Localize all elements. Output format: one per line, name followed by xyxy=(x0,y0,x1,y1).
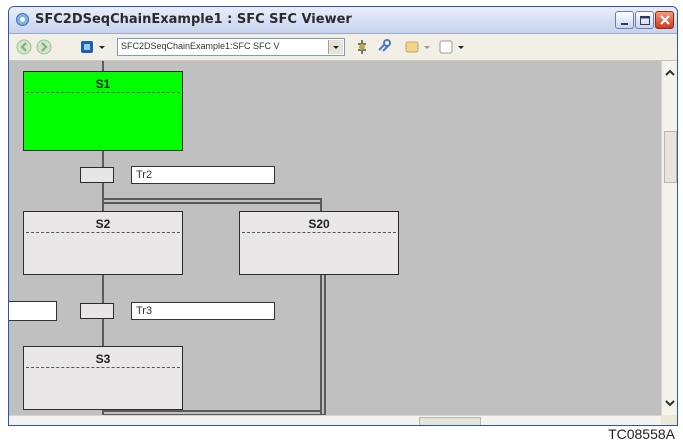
maximize-icon xyxy=(640,16,650,25)
page-icon[interactable] xyxy=(437,38,455,56)
view-icon[interactable] xyxy=(79,38,95,56)
step-s1[interactable]: S1 xyxy=(23,71,183,151)
figure-caption: TC08558A xyxy=(608,426,675,442)
step-s3[interactable]: S3 xyxy=(23,346,183,410)
transition-tr2[interactable] xyxy=(80,167,114,183)
partial-transition-field[interactable] xyxy=(9,301,57,321)
sfc-diagram-canvas[interactable]: S1 Tr2 S2 S20 Tr3 S3 xyxy=(9,61,661,415)
connector-line xyxy=(320,198,322,211)
window-title: SFC2DSeqChainExample1 : SFC SFC Viewer xyxy=(35,12,352,27)
minimize-button[interactable] xyxy=(615,11,634,29)
step-separator xyxy=(26,367,180,368)
step-label: S1 xyxy=(95,77,111,91)
transition-name-field[interactable]: Tr2 xyxy=(131,166,275,184)
convergence-line xyxy=(102,410,322,412)
close-icon xyxy=(660,15,670,25)
transition-label: Tr3 xyxy=(136,305,153,317)
forward-arrow-icon[interactable] xyxy=(35,38,53,56)
toolbar: SFC2DSeqChainExample1:SFC SFC V xyxy=(9,34,677,61)
transition-tr3[interactable] xyxy=(80,303,114,319)
close-button[interactable] xyxy=(655,11,674,29)
vertical-scroll-thumb[interactable] xyxy=(664,131,677,183)
path-combo-value: SFC2DSeqChainExample1:SFC SFC V xyxy=(121,41,280,51)
maximize-button[interactable] xyxy=(635,11,654,29)
sfc-viewer-window: SFC2DSeqChainExample1 : SFC SFC Viewer S… xyxy=(8,6,678,426)
step-separator xyxy=(26,92,180,93)
scroll-up-arrow-icon[interactable] xyxy=(664,67,676,79)
sfc-viewer-app-icon xyxy=(16,13,29,26)
view-dropdown-chevron-icon[interactable] xyxy=(97,38,107,56)
connector-line xyxy=(320,274,322,415)
find-step-icon[interactable] xyxy=(353,38,371,56)
divergence-line xyxy=(102,198,322,200)
page-dropdown-chevron-icon[interactable] xyxy=(456,38,466,56)
connector-line xyxy=(324,274,326,415)
title-bar: SFC2DSeqChainExample1 : SFC SFC Viewer xyxy=(9,7,677,34)
vertical-scrollbar[interactable] xyxy=(661,61,677,415)
path-combo-box[interactable]: SFC2DSeqChainExample1:SFC SFC V xyxy=(117,38,345,56)
transition-label: Tr2 xyxy=(136,169,153,181)
minimize-icon xyxy=(621,23,628,25)
back-arrow-icon[interactable] xyxy=(15,38,33,56)
transition-name-field[interactable]: Tr3 xyxy=(131,302,275,320)
chevron-down-icon xyxy=(333,46,339,49)
connector-line xyxy=(102,61,104,71)
path-combo-arrow[interactable] xyxy=(328,40,343,54)
link-icon[interactable] xyxy=(375,38,393,56)
step-label: S20 xyxy=(308,217,330,231)
step-s20[interactable]: S20 xyxy=(239,211,399,275)
zoom-icon[interactable] xyxy=(403,38,421,56)
horizontal-scroll-thumb[interactable] xyxy=(419,417,481,425)
step-separator xyxy=(26,232,180,233)
divergence-line xyxy=(102,202,322,204)
horizontal-scrollbar[interactable] xyxy=(9,415,661,425)
step-label: S2 xyxy=(95,217,111,231)
scroll-down-arrow-icon[interactable] xyxy=(664,397,676,409)
step-separator xyxy=(242,232,396,233)
step-label: S3 xyxy=(95,352,111,366)
zoom-dropdown-chevron-icon[interactable] xyxy=(422,38,432,56)
step-s2[interactable]: S2 xyxy=(23,211,183,275)
